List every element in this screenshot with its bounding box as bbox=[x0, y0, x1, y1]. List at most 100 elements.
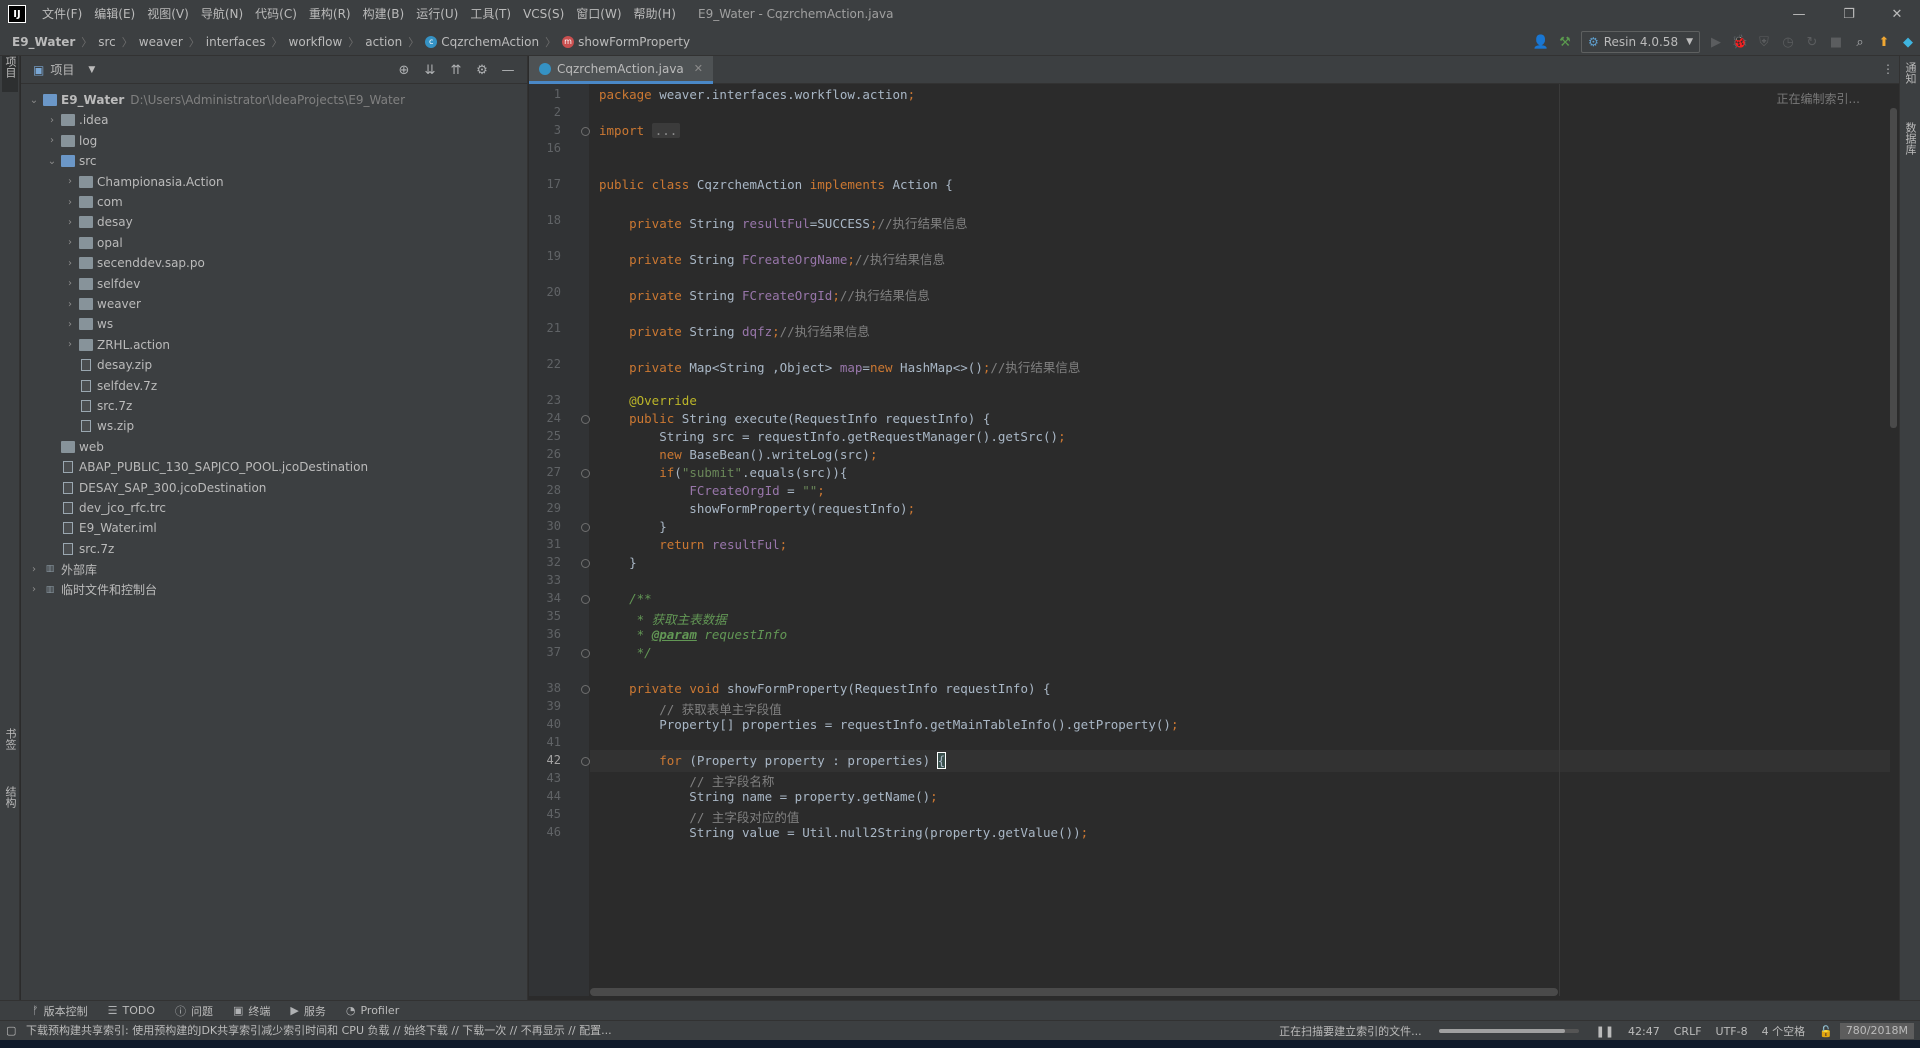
chevron-right-icon[interactable]: › bbox=[63, 197, 77, 208]
toggle-tool-windows-icon[interactable]: ▢ bbox=[6, 1021, 16, 1041]
chevron-right-icon[interactable]: › bbox=[27, 584, 41, 595]
fold-marker-icon[interactable] bbox=[581, 415, 590, 424]
more-icon[interactable]: ⋮ bbox=[1882, 62, 1894, 76]
chevron-right-icon[interactable]: › bbox=[45, 115, 59, 126]
breadcrumb-item[interactable]: interfaces bbox=[206, 35, 266, 49]
pause-icon[interactable]: ❚❚ bbox=[1596, 1025, 1614, 1038]
expand-all-icon[interactable]: ⇊ bbox=[417, 63, 443, 78]
tree-item[interactable]: web bbox=[45, 437, 104, 457]
tool-window-button[interactable]: ᚠ 版本控制 bbox=[32, 1003, 88, 1019]
tool-window-button[interactable]: ▶ 服务 bbox=[290, 1003, 325, 1019]
collapse-all-icon[interactable]: ⇈ bbox=[443, 63, 469, 78]
debug-icon[interactable]: 🐞 bbox=[1728, 30, 1752, 54]
chevron-right-icon[interactable]: › bbox=[63, 258, 77, 269]
menu-item[interactable]: 工具(T) bbox=[464, 0, 517, 28]
breadcrumb-item[interactable]: m showFormProperty bbox=[562, 35, 690, 49]
structure-tool-tab[interactable]: 结构 bbox=[2, 786, 18, 822]
breadcrumb-item[interactable]: E9_Water bbox=[12, 35, 75, 49]
vertical-scrollbar[interactable] bbox=[1890, 108, 1897, 428]
caret-position[interactable]: 42:47 bbox=[1628, 1025, 1660, 1038]
fold-marker-icon[interactable] bbox=[581, 649, 590, 658]
tree-item[interactable]: E9_Water.iml bbox=[45, 518, 157, 538]
chevron-right-icon[interactable]: › bbox=[63, 217, 77, 228]
minimize-button[interactable]: — bbox=[1776, 0, 1822, 28]
fold-marker-icon[interactable] bbox=[581, 523, 590, 532]
chevron-right-icon[interactable]: › bbox=[63, 278, 77, 289]
menu-item[interactable]: 运行(U) bbox=[410, 0, 464, 28]
chevron-right-icon[interactable]: › bbox=[63, 339, 77, 350]
menu-item[interactable]: 构建(B) bbox=[357, 0, 411, 28]
menu-item[interactable]: VCS(S) bbox=[517, 0, 570, 28]
menu-item[interactable]: 文件(F) bbox=[36, 0, 88, 28]
bookmarks-tool-tab[interactable]: 书签 bbox=[2, 728, 18, 764]
tree-item[interactable]: › ▥ 外部库 bbox=[27, 559, 97, 579]
user-icon[interactable]: 👤 bbox=[1529, 30, 1553, 54]
tree-item[interactable]: ⌄ src bbox=[45, 151, 97, 171]
editor-tab[interactable]: CqzrchemAction.java ✕ bbox=[529, 56, 713, 84]
menu-item[interactable]: 导航(N) bbox=[195, 0, 249, 28]
run-config-select[interactable]: ⚙ Resin 4.0.58 ▼ bbox=[1580, 31, 1700, 53]
profile-icon[interactable]: ◷ bbox=[1776, 30, 1800, 54]
menu-item[interactable]: 视图(V) bbox=[141, 0, 195, 28]
tree-item[interactable]: ws.zip bbox=[63, 416, 134, 436]
memory-indicator[interactable]: 780/2018M bbox=[1839, 1023, 1914, 1039]
menu-item[interactable]: 帮助(H) bbox=[628, 0, 682, 28]
hide-icon[interactable]: — bbox=[495, 63, 521, 78]
menu-item[interactable]: 代码(C) bbox=[249, 0, 303, 28]
project-tool-tab[interactable]: 项目 bbox=[2, 56, 18, 92]
search-icon[interactable]: ⌕ bbox=[1848, 30, 1872, 54]
tree-item[interactable]: › opal bbox=[63, 233, 123, 253]
fold-marker-icon[interactable] bbox=[581, 127, 590, 136]
indent-setting[interactable]: 4 个空格 bbox=[1762, 1023, 1806, 1039]
breadcrumb-item[interactable]: workflow bbox=[289, 35, 343, 49]
coverage-icon[interactable]: ⛨ bbox=[1752, 30, 1776, 54]
tree-item[interactable]: › com bbox=[63, 192, 123, 212]
breadcrumb-item[interactable]: c CqzrchemAction bbox=[425, 35, 539, 49]
fold-marker-icon[interactable] bbox=[581, 595, 590, 604]
menu-item[interactable]: 窗口(W) bbox=[570, 0, 627, 28]
tree-item[interactable]: › selfdev bbox=[63, 274, 140, 294]
horizontal-scrollbar[interactable] bbox=[590, 988, 1558, 996]
chevron-right-icon[interactable]: › bbox=[63, 176, 77, 187]
chevron-down-icon[interactable]: ⌄ bbox=[27, 95, 41, 106]
chevron-down-icon[interactable]: ▼ bbox=[88, 65, 95, 75]
chevron-right-icon[interactable]: › bbox=[27, 564, 41, 575]
tree-item[interactable]: › ZRHL.action bbox=[63, 335, 170, 355]
lock-icon[interactable]: 🔓 bbox=[1819, 1025, 1833, 1038]
chevron-down-icon[interactable]: ⌄ bbox=[45, 156, 59, 167]
scanning-status[interactable]: 正在扫描要建立索引的文件... bbox=[1279, 1023, 1422, 1039]
tree-item[interactable]: ⌄ E9_Water D:\Users\Administrator\IdeaProj… bbox=[27, 90, 405, 110]
file-encoding[interactable]: UTF-8 bbox=[1716, 1025, 1748, 1038]
status-message[interactable]: 下载预构建共享索引: 使用预构建的JDK共享索引减少索引时间和 CPU 负载 /… bbox=[26, 1021, 612, 1041]
attach-icon[interactable]: ↻ bbox=[1800, 30, 1824, 54]
tool-window-button[interactable]: ▣ 终端 bbox=[233, 1003, 270, 1019]
tree-item[interactable]: › .idea bbox=[45, 110, 109, 130]
tree-item[interactable]: src.7z bbox=[45, 539, 114, 559]
tree-item[interactable]: › secenddev.sap.po bbox=[63, 253, 205, 273]
tree-item[interactable]: › Championasia.Action bbox=[63, 172, 224, 192]
project-panel-title[interactable]: 项目 bbox=[50, 61, 74, 78]
tree-item[interactable]: › desay bbox=[63, 212, 133, 232]
plugin-icon[interactable]: ◆ bbox=[1896, 30, 1920, 54]
maximize-button[interactable]: ❐ bbox=[1826, 0, 1872, 28]
tool-window-button[interactable]: ⓘ 问题 bbox=[175, 1003, 213, 1019]
tree-item[interactable]: dev_jco_rfc.trc bbox=[45, 498, 166, 518]
tree-item[interactable]: desay.zip bbox=[63, 355, 152, 375]
chevron-right-icon[interactable]: › bbox=[63, 299, 77, 310]
update-icon[interactable]: ⬆ bbox=[1872, 30, 1896, 54]
tree-item[interactable]: › ws bbox=[63, 314, 113, 334]
tree-item[interactable]: selfdev.7z bbox=[63, 376, 157, 396]
code-editor[interactable]: package weaver.interfaces.workflow.actio… bbox=[590, 84, 1890, 996]
tree-item[interactable]: › weaver bbox=[63, 294, 141, 314]
tool-window-button[interactable]: ◔ Profiler bbox=[346, 1004, 399, 1017]
chevron-right-icon[interactable]: › bbox=[63, 319, 77, 330]
line-separator[interactable]: CRLF bbox=[1674, 1025, 1702, 1038]
tree-item[interactable]: DESAY_SAP_300.jcoDestination bbox=[45, 478, 266, 498]
close-tab-icon[interactable]: ✕ bbox=[694, 62, 703, 75]
database-tool-tab[interactable]: 数据库 bbox=[1902, 122, 1918, 178]
close-button[interactable]: ✕ bbox=[1874, 0, 1920, 28]
fold-marker-icon[interactable] bbox=[581, 559, 590, 568]
menu-item[interactable]: 编辑(E) bbox=[88, 0, 141, 28]
tree-item[interactable]: src.7z bbox=[63, 396, 132, 416]
fold-marker-icon[interactable] bbox=[581, 685, 590, 694]
